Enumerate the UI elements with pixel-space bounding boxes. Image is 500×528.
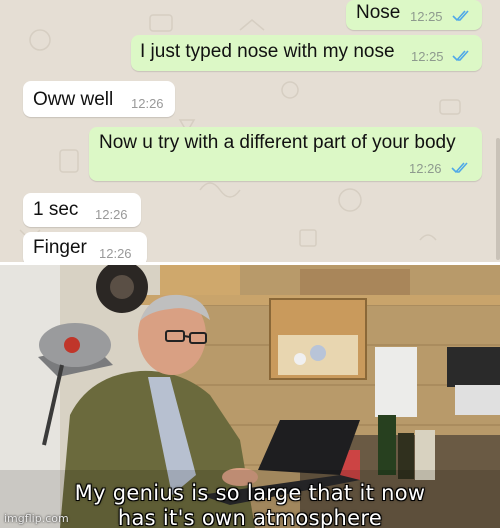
message-text: 1 sec (33, 199, 79, 220)
meme-image: My genius is so large that it now has it… (0, 265, 500, 528)
message-bubble-outgoing[interactable]: Now u try with a different part of your … (89, 127, 482, 181)
message-bubble-outgoing[interactable]: Nose 12:25 (346, 0, 482, 30)
chat-scrollbar[interactable] (496, 138, 500, 260)
imgflip-watermark: imgflip.com (4, 512, 69, 525)
message-time: 12:25 (411, 49, 444, 64)
message-time: 12:25 (410, 9, 443, 24)
message-text: Oww well (33, 89, 114, 110)
chat-conversation: Nose 12:25 I just typed nose with my nos… (0, 0, 500, 262)
meme-caption-line-1: My genius is so large that it now (74, 481, 426, 505)
message-bubble-incoming[interactable]: Oww well 12:26 (23, 81, 175, 117)
double-check-icon (451, 162, 468, 174)
message-text: Now u try with a different part of your … (99, 132, 456, 153)
message-bubble-outgoing[interactable]: I just typed nose with my nose 12:25 (131, 35, 482, 71)
message-time: 12:26 (409, 161, 442, 176)
meme-screenshot: Nose 12:25 I just typed nose with my nos… (0, 0, 500, 528)
message-text: Finger (33, 237, 87, 258)
message-time: 12:26 (95, 207, 128, 222)
double-check-icon (452, 50, 469, 62)
message-bubble-incoming[interactable]: Finger 12:26 (23, 232, 147, 262)
double-check-icon (452, 10, 469, 22)
message-text: Nose (356, 2, 401, 23)
message-text: I just typed nose with my nose (140, 41, 395, 62)
message-bubble-incoming[interactable]: 1 sec 12:26 (23, 193, 141, 227)
meme-caption-line-2: has it's own atmosphere (117, 506, 383, 528)
message-time: 12:26 (131, 96, 164, 111)
message-time: 12:26 (99, 246, 132, 261)
